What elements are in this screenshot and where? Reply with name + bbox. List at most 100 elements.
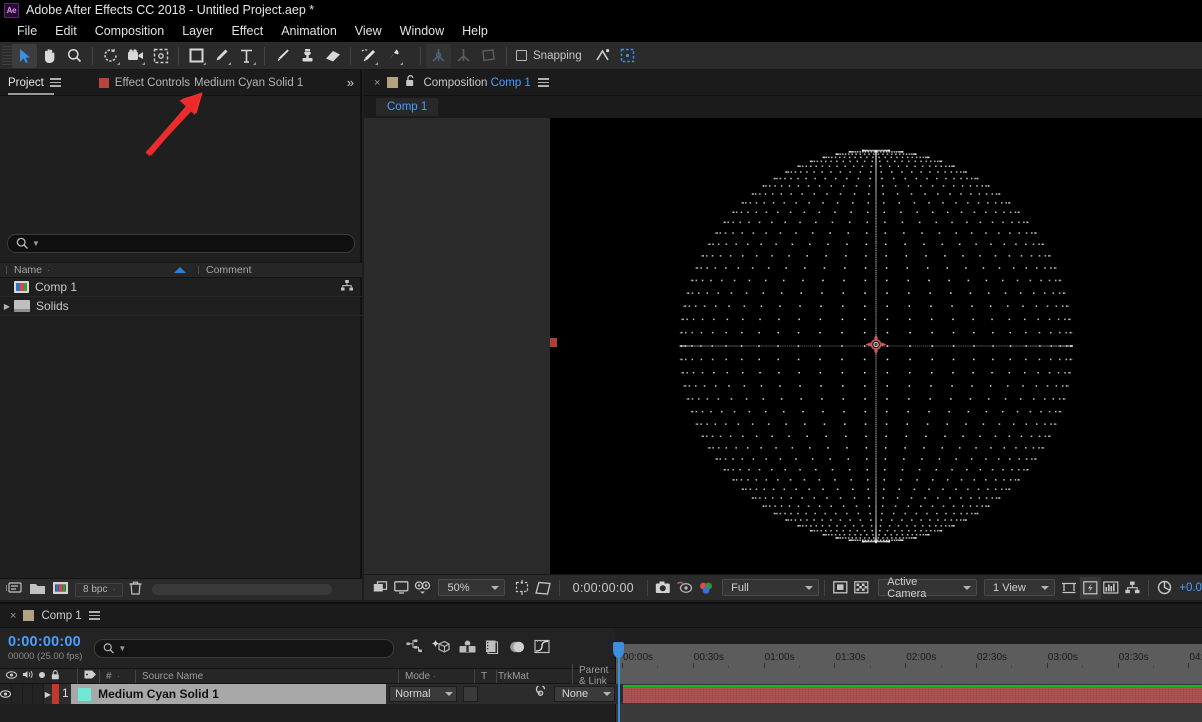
fast-previews-icon[interactable] <box>412 577 433 599</box>
world-axis-mode-icon[interactable] <box>451 44 476 68</box>
layer-duration-bar[interactable] <box>616 687 1202 703</box>
zoom-tool[interactable] <box>62 44 87 68</box>
graph-editor-icon[interactable] <box>534 639 550 657</box>
column-header-name[interactable]: Name · <box>0 264 196 276</box>
trkmat-header[interactable]: TrkMat <box>495 671 571 682</box>
exposure-value[interactable]: +0.0 <box>1179 582 1202 594</box>
video-eye-icon[interactable] <box>6 671 17 682</box>
puppet-pin-tool[interactable] <box>381 44 406 68</box>
subtab-comp-1[interactable]: Comp 1 <box>376 98 438 116</box>
show-channel-icon[interactable] <box>695 577 716 599</box>
timeline-track-area[interactable] <box>615 668 1202 722</box>
menu-animation[interactable]: Animation <box>272 20 346 42</box>
snapping-checkbox[interactable] <box>516 50 527 61</box>
lock-icon[interactable] <box>51 670 60 683</box>
panel-menu-icon[interactable] <box>50 76 61 89</box>
close-icon[interactable]: × <box>10 610 16 622</box>
layer-visibility-toggle[interactable] <box>0 684 12 704</box>
tab-project[interactable]: Project <box>0 70 69 96</box>
panel-menu-icon[interactable] <box>89 609 100 622</box>
search-dropdown-icon[interactable]: ▼ <box>32 239 40 248</box>
timeline-layer-row[interactable]: ▶ 1 Medium Cyan Solid 1 Normal None <box>0 684 615 704</box>
current-time-indicator-line[interactable] <box>618 668 620 722</box>
layer-source-name-cell[interactable]: Medium Cyan Solid 1 <box>71 684 386 704</box>
brush-tool[interactable] <box>270 44 295 68</box>
parent-pickwhip-icon[interactable] <box>534 686 548 702</box>
sort-ascending-icon[interactable] <box>174 267 186 273</box>
hide-shy-layers-icon[interactable] <box>459 640 476 657</box>
proportional-grid-icon[interactable] <box>533 577 554 599</box>
snapping-toggle[interactable]: Snapping <box>516 50 582 62</box>
resolution-dropdown[interactable]: Full <box>722 579 819 596</box>
lock-icon[interactable] <box>405 75 416 90</box>
new-composition-icon[interactable] <box>52 581 69 598</box>
project-search-box[interactable]: ▼ <box>7 234 355 253</box>
layer-audio-toggle[interactable] <box>12 684 23 704</box>
solo-icon[interactable] <box>38 671 46 682</box>
layer-trkmat-cell[interactable] <box>463 686 478 702</box>
tab-effect-controls[interactable]: Effect Controls Medium Cyan Solid 1 <box>91 70 312 96</box>
interpret-footage-icon[interactable] <box>6 581 23 598</box>
menu-file[interactable]: File <box>8 20 46 42</box>
clone-stamp-tool[interactable] <box>295 44 320 68</box>
hand-tool[interactable] <box>37 44 62 68</box>
audio-speaker-icon[interactable] <box>22 670 33 682</box>
timeline-icon[interactable] <box>1101 577 1122 599</box>
region-of-interest-icon[interactable] <box>511 577 532 599</box>
frame-blending-icon[interactable] <box>485 639 500 657</box>
comp-current-time[interactable]: 0:00:00:00 <box>565 581 642 595</box>
mode-header[interactable]: Mode · <box>397 671 473 682</box>
toggle-mask-icon[interactable] <box>830 577 851 599</box>
current-time-indicator-head[interactable] <box>613 642 624 658</box>
project-row-comp-1[interactable]: Comp 1 <box>0 278 362 297</box>
selection-tool[interactable] <box>12 44 37 68</box>
timeline-time-readout[interactable]: 0:00:00:00 00000 (25.00 fps) <box>8 634 82 662</box>
camera-view-dropdown[interactable]: Active Camera <box>878 579 977 596</box>
work-area-bar[interactable] <box>616 644 1202 652</box>
menu-help[interactable]: Help <box>453 20 497 42</box>
project-scrollbar[interactable] <box>152 584 332 595</box>
composition-mini-flowchart-icon[interactable] <box>406 639 423 657</box>
layer-number-header[interactable]: # · <box>98 671 134 682</box>
row-disclosure-triangle-icon[interactable]: ▶ <box>0 302 14 311</box>
layer-disclosure-triangle-icon[interactable]: ▶ <box>44 690 52 699</box>
local-axis-mode-icon[interactable] <box>426 44 451 68</box>
type-tool[interactable] <box>234 44 259 68</box>
menu-edit[interactable]: Edit <box>46 20 86 42</box>
toolbar-grip[interactable] <box>2 46 12 66</box>
timeline-search-box[interactable]: ▼ <box>94 639 394 658</box>
take-snapshot-icon[interactable] <box>653 577 674 599</box>
menu-window[interactable]: Window <box>391 20 453 42</box>
column-header-comment[interactable]: Comment <box>196 264 362 276</box>
timeline-search-input[interactable] <box>129 642 393 654</box>
menu-view[interactable]: View <box>346 20 391 42</box>
menu-layer[interactable]: Layer <box>173 20 222 42</box>
fast-previews-quality-icon[interactable] <box>1080 577 1101 599</box>
camera-tool[interactable] <box>123 44 148 68</box>
flowchart-icon[interactable] <box>341 280 353 294</box>
reset-exposure-icon[interactable] <box>1154 577 1175 599</box>
layer-label-color[interactable] <box>52 684 59 704</box>
layer-solo-toggle[interactable] <box>23 684 34 704</box>
pixel-aspect-correction-icon[interactable] <box>1059 577 1080 599</box>
project-row-solids[interactable]: ▶ Solids <box>0 297 362 316</box>
layer-lock-toggle[interactable] <box>33 684 44 704</box>
view-axis-mode-icon[interactable] <box>476 44 501 68</box>
toggle-transparency-grid-icon[interactable] <box>851 577 872 599</box>
bit-depth-button[interactable]: 8 bpc · <box>75 583 123 597</box>
rotation-tool[interactable] <box>98 44 123 68</box>
label-tag-icon[interactable] <box>76 669 98 683</box>
delete-icon[interactable] <box>129 581 142 598</box>
motion-blur-icon[interactable] <box>509 640 525 657</box>
timeline-ruler[interactable]: 00:00s00:30s01:00s01:30s02:00s02:30s03:0… <box>615 644 1202 668</box>
new-folder-icon[interactable] <box>29 582 46 598</box>
chevron-double-right-icon[interactable]: » <box>347 75 352 90</box>
menu-composition[interactable]: Composition <box>86 20 173 42</box>
pan-behind-tool[interactable] <box>148 44 173 68</box>
pen-tool[interactable] <box>209 44 234 68</box>
magnification-dropdown[interactable]: 50% <box>438 579 505 596</box>
draft-3d-icon[interactable] <box>432 639 450 658</box>
snap-to-point-icon[interactable] <box>590 44 615 68</box>
search-dropdown-icon[interactable]: ▼ <box>118 644 126 653</box>
composition-viewer-canvas[interactable] <box>550 118 1202 574</box>
